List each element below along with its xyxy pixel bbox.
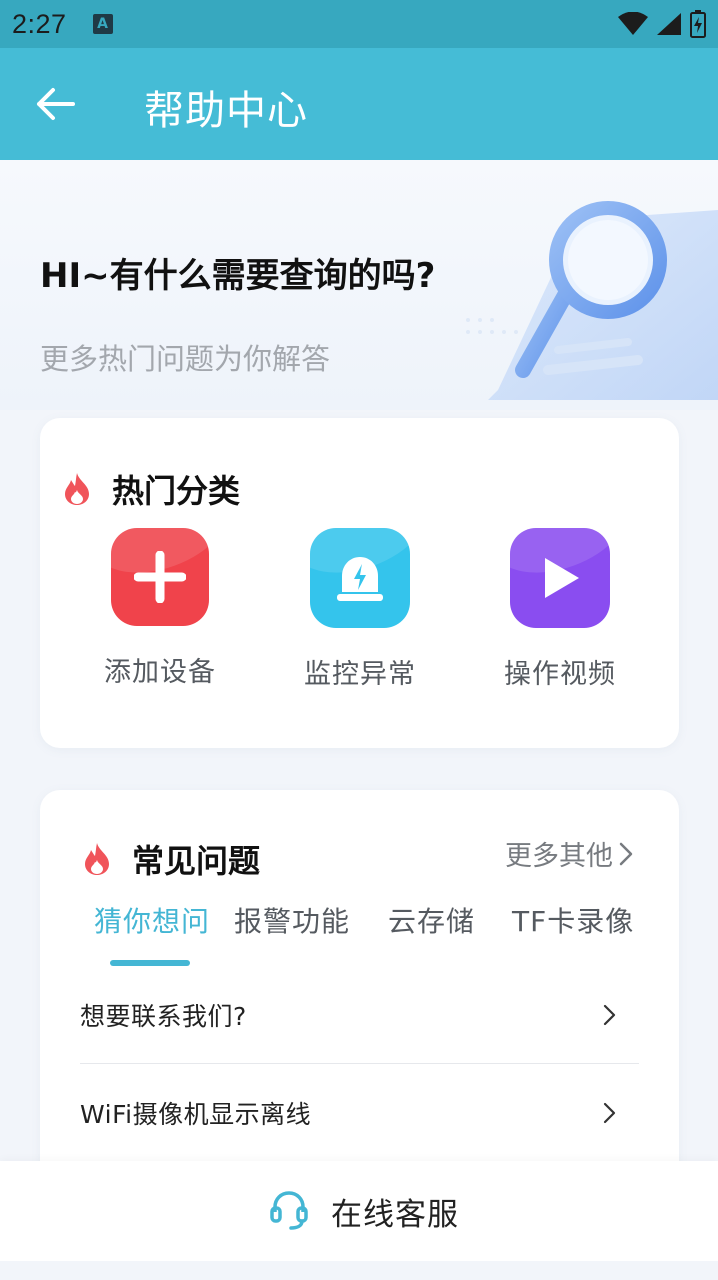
battery-charging-icon <box>690 10 706 38</box>
tab-tf-card[interactable]: TF卡录像 <box>512 900 634 940</box>
chevron-right-icon <box>619 842 633 865</box>
flame-icon <box>65 473 89 505</box>
faq-tabs: 猜你想问 报警功能 云存储 TF卡录像 <box>80 900 640 970</box>
cell-signal-icon <box>657 13 681 35</box>
status-bar: 2:27 A <box>0 0 718 48</box>
status-icons <box>618 10 706 38</box>
app-bar: 帮助中心 <box>0 48 718 160</box>
hero-heading: HI~有什么需要查询的吗? <box>40 256 436 296</box>
category-label: 监控异常 <box>304 659 416 690</box>
category-label: 操作视频 <box>504 659 616 690</box>
category-label: 添加设备 <box>104 657 216 688</box>
hero-banner: HI~有什么需要查询的吗? 更多热门问题为你解答 <box>0 160 718 410</box>
bottom-spacer <box>0 1261 718 1280</box>
faq-question: WiFi摄像机显示离线 <box>80 1100 312 1129</box>
arrow-left-icon[interactable] <box>36 86 76 122</box>
play-icon <box>545 558 579 598</box>
plus-icon <box>134 551 186 603</box>
page-title: 帮助中心 <box>144 88 308 134</box>
add-device-tile[interactable] <box>111 528 209 626</box>
more-label: 更多其他 <box>505 841 613 872</box>
hero-subheading: 更多热门问题为你解答 <box>40 342 331 376</box>
tutorial-video-tile[interactable] <box>510 528 610 628</box>
headset-icon <box>270 1191 308 1230</box>
tab-guess[interactable]: 猜你想问 <box>94 900 210 940</box>
online-service-bar[interactable]: 在线客服 <box>0 1161 718 1261</box>
alarm-light-icon <box>337 557 383 601</box>
faq-header: 常见问题 <box>82 836 260 882</box>
faq-question: 想要联系我们? <box>80 1001 247 1031</box>
faq-item[interactable]: WiFi摄像机显示离线 <box>80 1064 639 1162</box>
notification-badge: A <box>92 14 113 34</box>
category-add-device[interactable]: 添加设备 <box>80 528 240 689</box>
online-service-label: 在线客服 <box>331 1196 459 1233</box>
tab-cloud-storage[interactable]: 云存储 <box>388 900 475 940</box>
hot-categories-title: 热门分类 <box>112 472 241 510</box>
more-link[interactable]: 更多其他 <box>505 834 633 873</box>
hot-categories-header: 热门分类 <box>62 466 240 512</box>
category-monitor-abnormal[interactable]: 监控异常 <box>280 528 440 691</box>
monitor-abnormal-tile[interactable] <box>310 528 410 628</box>
chevron-right-icon <box>603 1004 616 1025</box>
faq-item[interactable]: 想要联系我们? <box>80 966 639 1064</box>
flame-icon <box>85 843 109 875</box>
chevron-right-icon <box>603 1102 616 1124</box>
faq-title: 常见问题 <box>132 842 261 880</box>
status-time: 2:27 <box>12 8 67 39</box>
online-service-button[interactable]: 在线客服 <box>269 1189 459 1234</box>
hot-categories-card: 热门分类 添加设备 监控异常 操作视频 <box>40 418 679 748</box>
tab-alarm[interactable]: 报警功能 <box>234 900 350 940</box>
category-tutorial-video[interactable]: 操作视频 <box>480 528 640 691</box>
magnifier-illustration-icon <box>466 201 718 400</box>
wifi-icon <box>618 12 648 35</box>
